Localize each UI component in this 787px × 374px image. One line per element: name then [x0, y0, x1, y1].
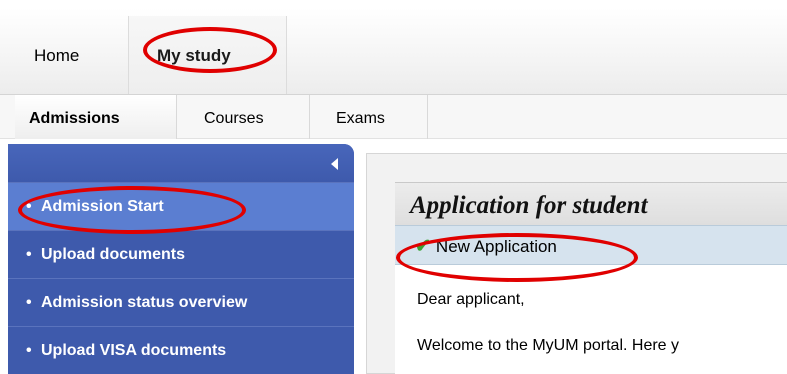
sidebar-item-upload-documents[interactable]: • Upload documents [8, 230, 354, 278]
sidebar-item-label: Upload VISA documents [41, 342, 227, 359]
subtab-admissions[interactable]: Admissions [15, 95, 177, 139]
new-application-button[interactable]: ✔ New Application [415, 235, 557, 258]
bullet-icon: • [26, 342, 32, 359]
sidebar-item-upload-visa-documents[interactable]: • Upload VISA documents [8, 326, 354, 374]
sidebar-item-admission-start[interactable]: • Admission Start [8, 182, 354, 230]
welcome-text: Welcome to the MyUM portal. Here y [417, 337, 680, 354]
sidebar: • Admission Start • Upload documents • A… [8, 144, 354, 374]
check-icon: ✔ [415, 236, 431, 257]
tab-my-study[interactable]: My study [128, 16, 287, 103]
tab-home-label: Home [34, 46, 80, 65]
tab-home[interactable]: Home [15, 16, 123, 103]
bullet-icon: • [26, 198, 32, 215]
toolbar: ✔ New Application [395, 225, 787, 265]
sub-navigation: Admissions Courses Exams [0, 95, 787, 139]
top-navigation: Home My study [0, 0, 787, 103]
new-application-label: New Application [435, 236, 557, 256]
bullet-icon: • [26, 246, 32, 263]
subtab-courses[interactable]: Courses [177, 95, 310, 139]
subtab-exams[interactable]: Exams [310, 95, 428, 139]
bullet-icon: • [26, 294, 32, 311]
subtab-exams-label: Exams [336, 110, 385, 127]
collapse-left-icon[interactable] [331, 158, 338, 170]
page-title: Application for student [395, 182, 787, 225]
sidebar-header [8, 144, 354, 182]
subtab-courses-label: Courses [204, 110, 264, 127]
main-panel: Application for student ✔ New Applicatio… [366, 153, 787, 374]
tab-my-study-label: My study [157, 46, 231, 65]
sidebar-item-label: Admission Start [41, 198, 164, 215]
greeting-text: Dear applicant, [417, 291, 525, 308]
content-area: Application for student ✔ New Applicatio… [395, 182, 787, 374]
sidebar-item-label: Admission status overview [41, 294, 248, 311]
subtab-admissions-label: Admissions [29, 110, 120, 127]
sidebar-item-admission-status-overview[interactable]: • Admission status overview [8, 278, 354, 326]
sidebar-item-label: Upload documents [41, 246, 186, 263]
